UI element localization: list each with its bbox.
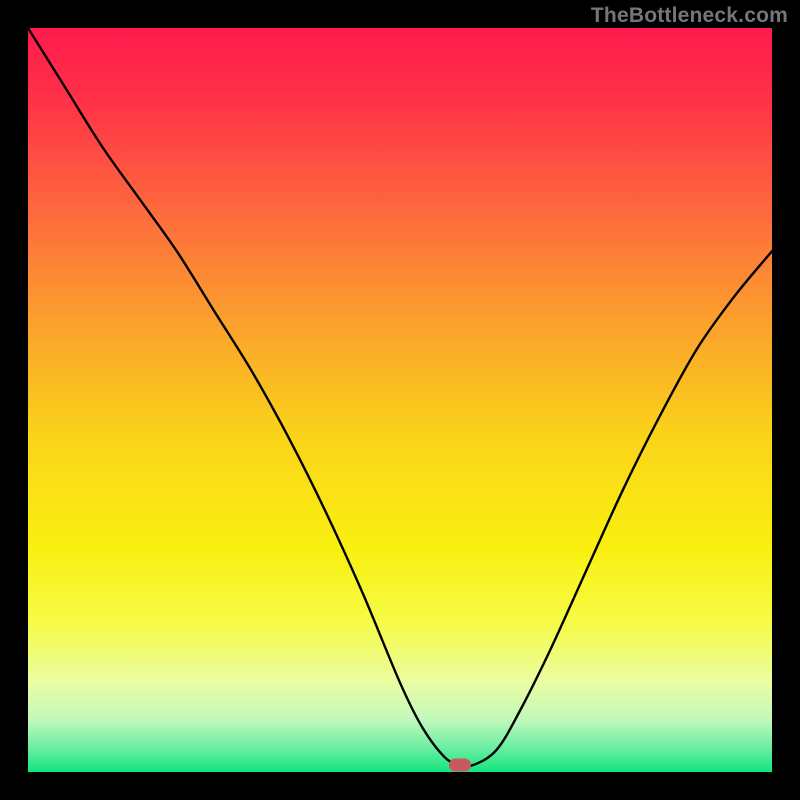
- watermark-text: TheBottleneck.com: [591, 4, 788, 28]
- plot-area: [28, 28, 772, 772]
- background-gradient: [28, 28, 772, 772]
- optimum-marker: [449, 759, 471, 772]
- chart-frame: TheBottleneck.com: [0, 0, 800, 800]
